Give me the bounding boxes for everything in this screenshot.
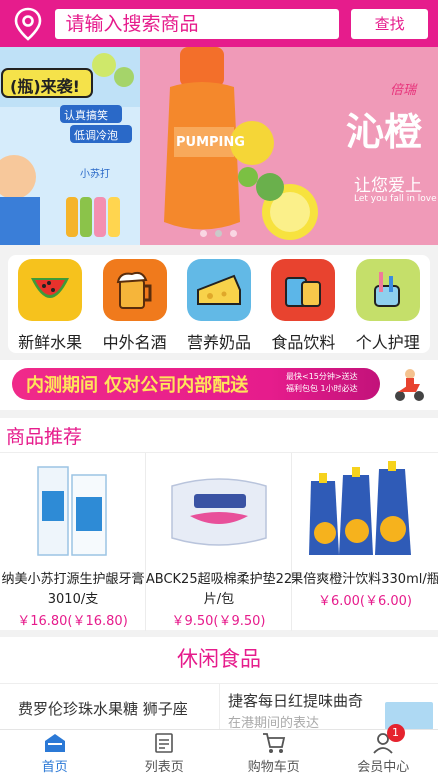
category-label: 新鲜水果 [18,333,83,352]
nav-home[interactable]: 首页 [0,730,110,779]
nav-member[interactable]: 会员中心 1 [329,724,438,779]
product-name: 果倍爽橙汁饮料330ml/瓶 [292,572,438,587]
product-list: 纳美小苏打源生护龈牙膏3010/支 ￥16.80(￥16.80) ABCK25超… [0,452,438,631]
category-label: 个人护理 [355,333,420,352]
promo-side-line-1: 最快<15分钟>送达 [286,372,358,381]
search-button[interactable]: 查找 [351,8,429,39]
toothbrush-icon [355,259,420,321]
leisure-title: 休闲食品 [177,647,261,671]
nav-label: 会员中心 [357,760,410,775]
product-card[interactable]: 纳美小苏打源生护龈牙膏3010/支 ￥16.80(￥16.80) [0,453,146,631]
banner-right-brand: 倍瑞 [390,83,417,98]
category-fruit[interactable]: 新鲜水果 [9,259,91,353]
nav-cart[interactable]: 购物车页 [219,730,329,779]
product-price: ￥6.00(￥6.00) [317,594,413,609]
promo-banner[interactable]: 内测期间 仅对公司内部配送 最快<15分钟>送达 福利包包 1小时必达 [0,360,438,410]
nav-list[interactable]: 列表页 [110,730,220,779]
product-price: ￥9.50(￥9.50) [171,614,266,629]
search-input[interactable]: 请输入搜索商品 [55,8,340,39]
home-icon [43,732,67,754]
toothpaste-icon [0,453,145,568]
cheese-icon [186,259,251,321]
product-name: ABCK25超吸棉柔护垫22片/包 [146,572,292,607]
carousel-dot[interactable] [230,230,237,237]
app-page: 请输入搜索商品 查找 (瓶)来袭! 认真搞笑 低调冷泡 小苏打 PUMPING … [0,0,438,779]
banner-left-badge-2: 认真搞笑 [64,109,108,122]
carousel-dot[interactable] [200,230,207,237]
nav-label: 首页 [41,760,68,775]
snacks-icon [271,259,336,321]
banner-left-badge-3: 低调冷泡 [74,129,118,142]
category-label: 食品饮料 [271,333,336,352]
product-card[interactable]: 果倍爽橙汁饮料330ml/瓶 ￥6.00(￥6.00) [292,453,438,631]
category-label: 营养奶品 [186,333,251,352]
leisure-item[interactable]: 捷客每日红提味曲奇 [228,690,363,711]
recommend-header: 商品推荐 [0,418,438,452]
promo-side-line-2: 福利包包 1小时必达 [286,384,358,393]
banner-left-badge-1: 小苏打 [80,169,110,180]
pad-pack-icon [146,453,291,568]
banner-product-text: PUMPING [176,135,245,150]
list-icon [152,732,176,754]
banner-carousel[interactable]: (瓶)来袭! 认真搞笑 低调冷泡 小苏打 PUMPING 倍瑞 沁橙 让您爱上 … [0,47,438,245]
recommend-title: 商品推荐 [6,426,83,448]
beer-mug-icon [102,259,167,321]
delivery-scooter-icon [392,366,426,402]
promo-bar: 内测期间 仅对公司内部配送 最快<15分钟>送达 福利包包 1小时必达 [12,368,380,400]
top-header: 请输入搜索商品 查找 [0,0,438,47]
bottom-nav: 首页 列表页 购物车页 会员中心 1 [0,724,438,779]
banner-right-panel: PUMPING 倍瑞 沁橙 让您爱上 Let you fall in love … [140,47,438,245]
banner-left-panel: (瓶)来袭! 认真搞笑 低调冷泡 小苏打 [0,47,140,245]
nav-label: 购物车页 [247,760,300,775]
location-icon[interactable] [10,6,45,42]
banner-right-headline: 沁橙 [346,110,423,154]
product-name: 纳美小苏打源生护龈牙膏3010/支 [1,572,145,607]
banner-right-sub-1: 让您爱上 [354,176,422,196]
nav-label: 列表页 [144,760,184,775]
juice-pouch-icon [292,453,438,568]
notification-badge: 1 [386,724,405,742]
product-price: ￥16.80(￥16.80) [17,614,128,629]
watermelon-icon [18,259,83,321]
category-food-drink[interactable]: 食品饮料 [262,259,344,353]
category-grid: 新鲜水果 中外名酒 营养奶品 食品饮料 个人护理 [8,255,430,353]
promo-text: 内测期间 仅对公司内部配送 [26,375,249,396]
banner-right-sub-2: Let you fall in love with [354,194,438,204]
category-personal-care[interactable]: 个人护理 [347,259,429,353]
promo-side-text: 最快<15分钟>送达 福利包包 1小时必达 [286,371,358,395]
category-label: 中外名酒 [102,333,167,352]
banner-left-headline: (瓶)来袭! [10,77,80,96]
carousel-dot-active[interactable] [215,230,222,237]
category-section: 新鲜水果 中外名酒 营养奶品 食品饮料 个人护理 [0,245,438,360]
leisure-header: 休闲食品 [0,637,438,683]
divider [219,684,220,729]
cart-icon [262,732,286,754]
category-liquor[interactable]: 中外名酒 [94,259,176,353]
leisure-item[interactable]: 费罗伦珍珠水果糖 狮子座 [18,698,188,719]
product-card[interactable]: ABCK25超吸棉柔护垫22片/包 ￥9.50(￥9.50) [146,453,292,631]
carousel-indicators [200,230,237,237]
leisure-row: 费罗伦珍珠水果糖 狮子座 捷客每日红提味曲奇 在港期间的表达 [0,683,438,729]
leisure-item-subtitle: 在港期间的表达 [228,716,320,729]
category-dairy[interactable]: 营养奶品 [178,259,260,353]
